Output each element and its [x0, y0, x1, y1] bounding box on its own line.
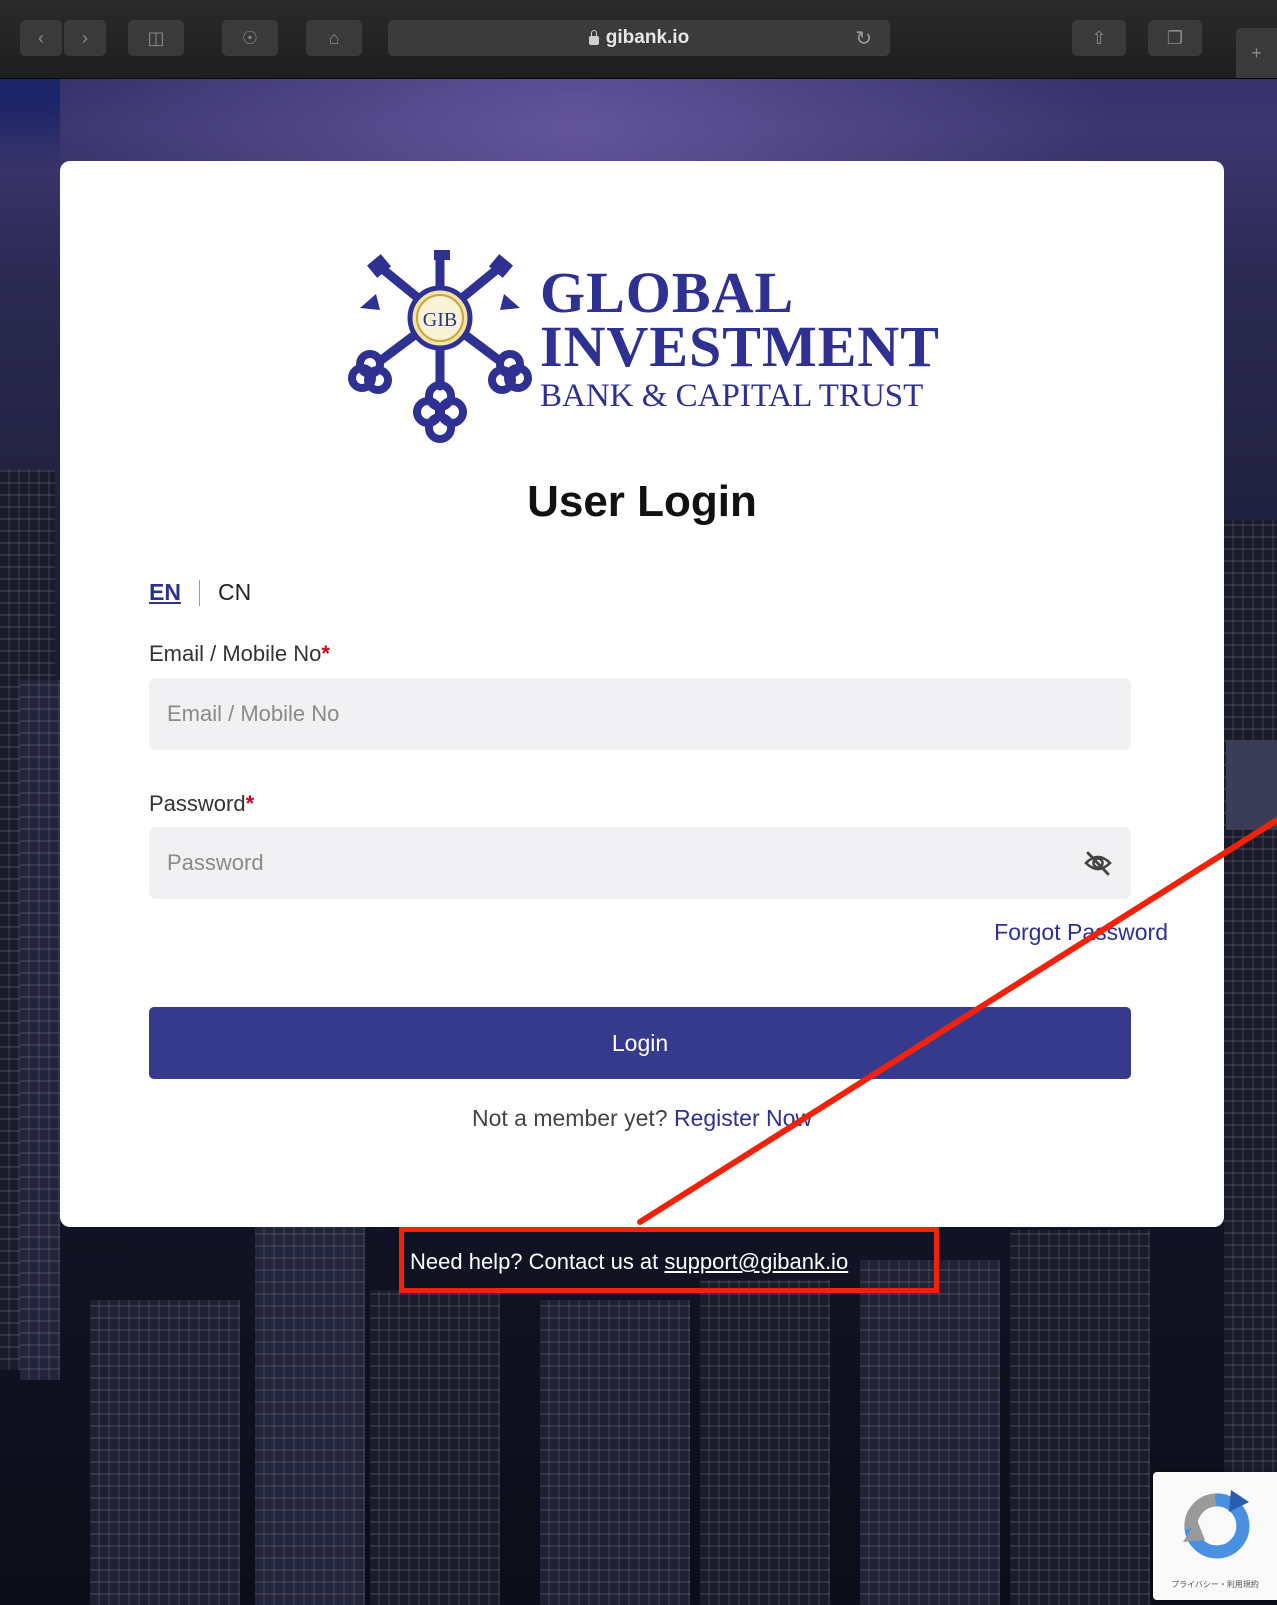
bank-logo: GIB GLOBAL INVESTMENT BANK & CAPITAL TRU… [340, 246, 990, 446]
background-building [370, 1290, 500, 1605]
login-card: GIB GLOBAL INVESTMENT BANK & CAPITAL TRU… [60, 161, 1224, 1227]
background-building [20, 680, 60, 1380]
background-building [90, 1300, 240, 1605]
share-icon: ⇧ [1091, 27, 1107, 48]
login-button[interactable]: Login [149, 1007, 1131, 1079]
tabs-icon: ❐ [1166, 27, 1184, 48]
required-marker: * [245, 791, 255, 816]
email-label: Email / Mobile No* [149, 641, 330, 667]
plus-icon: + [1251, 42, 1262, 63]
logo-monogram: GIB [423, 309, 457, 331]
browser-toolbar: ‹ › ◫ ☉ ⌂ gibank.io ↻ ⇧ ❐ + [0, 0, 1277, 79]
sidebar-icon: ◫ [147, 27, 165, 48]
background-building [1226, 740, 1277, 830]
register-prompt-text: Not a member yet? [471, 1105, 668, 1131]
background-building [700, 1280, 830, 1605]
background-building [255, 1215, 365, 1605]
password-label: Password* [149, 791, 254, 817]
language-switcher: EN CN [149, 579, 251, 606]
sidebar-button[interactable]: ◫ [128, 20, 184, 56]
logo-line-global: GLOBAL [540, 260, 795, 325]
lock-icon [588, 29, 599, 45]
chevron-right-icon: › [82, 27, 88, 48]
password-manager-button[interactable]: ☉ [222, 20, 278, 56]
home-button[interactable]: ⌂ [306, 20, 362, 56]
eye-slash-icon[interactable] [1083, 849, 1113, 877]
new-tab-button[interactable]: + [1236, 28, 1277, 78]
password-field[interactable] [149, 827, 1131, 899]
background-building [540, 1300, 690, 1605]
email-field[interactable] [149, 678, 1131, 750]
recaptcha-badge[interactable]: プライバシー・利用規約 [1153, 1472, 1277, 1600]
background-building [1010, 1230, 1150, 1605]
logo-line-bank: BANK & CAPITAL TRUST [540, 378, 924, 414]
page-title: User Login [527, 477, 757, 526]
back-button[interactable]: ‹ [20, 20, 62, 56]
help-contact: Need help? Contact us at support@gibank.… [410, 1249, 848, 1275]
keys-emblem-icon: GIB [348, 250, 532, 443]
register-now-link[interactable]: Register Now [674, 1105, 812, 1131]
forgot-password-link[interactable]: Forgot Password [994, 919, 1168, 946]
language-divider [198, 579, 200, 606]
email-label-text: Email / Mobile No [149, 641, 322, 666]
support-email-link[interactable]: support@gibank.io [664, 1249, 848, 1274]
required-marker: * [321, 641, 330, 666]
logo-wordmark: GLOBAL INVESTMENT BANK & CAPITAL TRUST [540, 260, 940, 416]
share-button[interactable]: ⇧ [1072, 20, 1126, 56]
logo-line-investment: INVESTMENT [540, 314, 940, 379]
background-building [1224, 520, 1277, 1520]
password-label-text: Password [149, 791, 246, 816]
email-input[interactable] [149, 683, 1029, 745]
password-input[interactable] [149, 832, 1029, 894]
address-url: gibank.io [605, 27, 690, 48]
recaptcha-icon [1183, 1490, 1250, 1559]
help-text-prefix: Need help? Contact us at [410, 1249, 659, 1274]
language-option-en[interactable]: EN [149, 579, 181, 606]
background-building [860, 1260, 1000, 1605]
forward-button[interactable]: › [64, 20, 106, 56]
address-bar[interactable]: gibank.io ↻ [388, 20, 890, 56]
language-option-cn[interactable]: CN [218, 579, 251, 606]
home-icon: ⌂ [328, 27, 340, 48]
tabs-button[interactable]: ❐ [1148, 20, 1202, 56]
reload-icon[interactable]: ↻ [855, 26, 872, 51]
register-prompt: Not a member yet? Register Now [60, 1105, 1224, 1132]
chevron-left-icon: ‹ [38, 27, 44, 48]
password-icon: ☉ [241, 27, 259, 48]
recaptcha-footer[interactable]: プライバシー・利用規約 [1153, 1579, 1277, 1590]
